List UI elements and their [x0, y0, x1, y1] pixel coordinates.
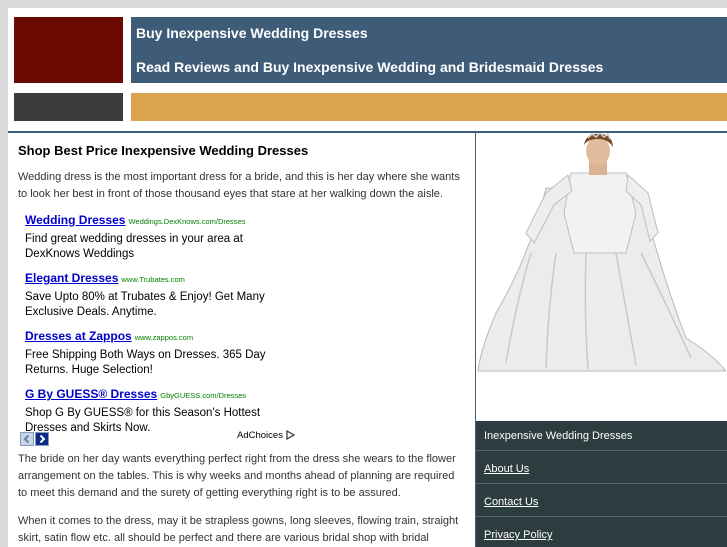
header-red-block — [14, 17, 123, 83]
divider — [476, 516, 727, 517]
ad-next-button[interactable] — [35, 431, 49, 446]
chevron-left-icon — [23, 434, 30, 443]
ad-description: Find great wedding dresses in your area … — [25, 233, 243, 260]
sidebar-heading: Inexpensive Wedding Dresses — [484, 430, 633, 442]
header-banner: Buy Inexpensive Wedding Dresses Read Rev… — [131, 17, 727, 83]
sidebar-link-contact-us[interactable]: Contact Us — [484, 496, 538, 508]
ad-description: Free Shipping Both Ways on Dresses. 365 … — [25, 349, 266, 376]
ad-description: Save Upto 80% at Trubates & Enjoy! Get M… — [25, 291, 265, 318]
ad-title-link[interactable]: Elegant Dresses — [25, 271, 118, 285]
ad-pager — [20, 430, 50, 448]
chevron-right-icon — [39, 434, 46, 443]
nav-bar-dark-block — [14, 93, 123, 121]
sidebar: Inexpensive Wedding Dresses About Us Con… — [476, 131, 727, 547]
ad-item: Wedding Dresses Weddings.DexKnows.com/Dre… — [25, 211, 295, 262]
adchoices-icon — [285, 430, 295, 441]
main-content: Shop Best Price Inexpensive Wedding Dres… — [8, 131, 477, 547]
body-paragraph: The bride on her day wants everything pe… — [18, 453, 456, 499]
ad-item: Elegant Dresses www.Trubates.com Save Upt… — [25, 269, 295, 320]
ad-url[interactable]: GbyGUESS.com/Dresses — [160, 391, 246, 400]
wedding-dress-photo — [476, 133, 726, 373]
adchoices-link[interactable]: AdChoices — [237, 430, 295, 441]
adchoices-label: AdChoices — [237, 430, 283, 441]
site-subtitle: Read Reviews and Buy Inexpensive Wedding… — [136, 59, 604, 75]
divider — [476, 450, 727, 451]
divider — [476, 483, 727, 484]
body-paragraph: When it comes to the dress, may it be st… — [18, 515, 459, 544]
sidebar-link-privacy-policy[interactable]: Privacy Policy — [484, 529, 552, 541]
ad-block: Wedding Dresses Weddings.DexKnows.com/Dre… — [25, 211, 295, 443]
sidebar-link-about-us[interactable]: About Us — [484, 463, 529, 475]
ad-item: Dresses at Zappos www.zappos.com Free Shi… — [25, 327, 295, 378]
intro-paragraph: Wedding dress is the most important dres… — [18, 171, 460, 200]
sidebar-nav: Inexpensive Wedding Dresses About Us Con… — [476, 421, 727, 547]
ad-url[interactable]: www.zappos.com — [135, 333, 193, 342]
ad-prev-button[interactable] — [20, 431, 34, 446]
ad-item: G By GUESS® Dresses GbyGUESS.com/Dresses … — [25, 385, 295, 436]
ad-url[interactable]: Weddings.DexKnows.com/Dresses — [128, 217, 245, 226]
ad-url[interactable]: www.Trubates.com — [121, 275, 185, 284]
nav-bar-gold — [131, 93, 727, 121]
ad-title-link[interactable]: Dresses at Zappos — [25, 329, 132, 343]
ad-title-link[interactable]: Wedding Dresses — [25, 213, 125, 227]
site-title: Buy Inexpensive Wedding Dresses — [136, 25, 368, 41]
ad-title-link[interactable]: G By GUESS® Dresses — [25, 387, 157, 401]
page-heading: Shop Best Price Inexpensive Wedding Dres… — [18, 143, 309, 158]
